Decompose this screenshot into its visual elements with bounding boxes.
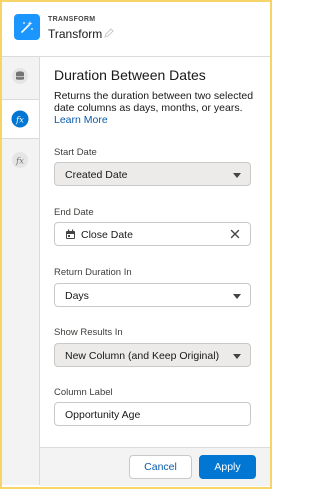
return-duration-value: Days xyxy=(65,290,89,302)
learn-more-link[interactable]: Learn More xyxy=(54,114,108,126)
rail-item-formula-active[interactable]: fx xyxy=(2,99,39,139)
magic-wand-icon xyxy=(14,14,40,40)
show-results-select[interactable]: New Column (and Keep Original) xyxy=(54,343,251,367)
header-eyebrow: TRANSFORM xyxy=(48,16,96,23)
fx-icon: fx xyxy=(12,152,28,168)
apply-button[interactable]: Apply xyxy=(199,455,256,479)
svg-text:fx: fx xyxy=(15,115,24,125)
end-date-select[interactable]: Close Date xyxy=(54,222,251,246)
left-rail: fx fx xyxy=(2,57,40,485)
header-title[interactable]: Transform xyxy=(48,27,102,41)
rail-item-formula[interactable]: fx xyxy=(2,141,39,181)
database-icon xyxy=(12,68,28,84)
panel-description: Returns the duration between two selecte… xyxy=(54,90,254,126)
calendar-icon xyxy=(66,229,75,239)
pencil-icon[interactable] xyxy=(104,28,114,38)
rail-item-data[interactable] xyxy=(2,57,39,97)
svg-text:fx: fx xyxy=(15,156,24,166)
description-text: Returns the duration between two selecte… xyxy=(54,90,254,114)
start-date-select[interactable]: Created Date xyxy=(54,162,251,186)
end-date-value: Close Date xyxy=(81,229,133,241)
chevron-down-icon xyxy=(233,294,241,299)
transform-panel: Duration Between Dates Returns the durat… xyxy=(40,57,270,485)
fx-icon: fx xyxy=(11,110,29,128)
start-date-label: Start Date xyxy=(54,147,97,158)
close-icon[interactable] xyxy=(230,229,240,239)
column-label-value: Opportunity Age xyxy=(65,409,141,421)
show-results-label: Show Results In xyxy=(54,327,123,338)
panel-footer: Cancel Apply xyxy=(40,447,270,486)
show-results-value: New Column (and Keep Original) xyxy=(65,350,220,362)
chevron-down-icon xyxy=(233,173,241,178)
end-date-label: End Date xyxy=(54,207,94,218)
column-label-input[interactable]: Opportunity Age xyxy=(54,402,251,426)
return-duration-label: Return Duration In xyxy=(54,267,132,278)
return-duration-select[interactable]: Days xyxy=(54,283,251,307)
panel-title: Duration Between Dates xyxy=(54,67,206,83)
cancel-button[interactable]: Cancel xyxy=(129,455,192,479)
chevron-down-icon xyxy=(233,354,241,359)
column-label-label: Column Label xyxy=(54,387,113,398)
start-date-value: Created Date xyxy=(65,169,128,181)
transform-header: TRANSFORM Transform xyxy=(2,2,270,57)
